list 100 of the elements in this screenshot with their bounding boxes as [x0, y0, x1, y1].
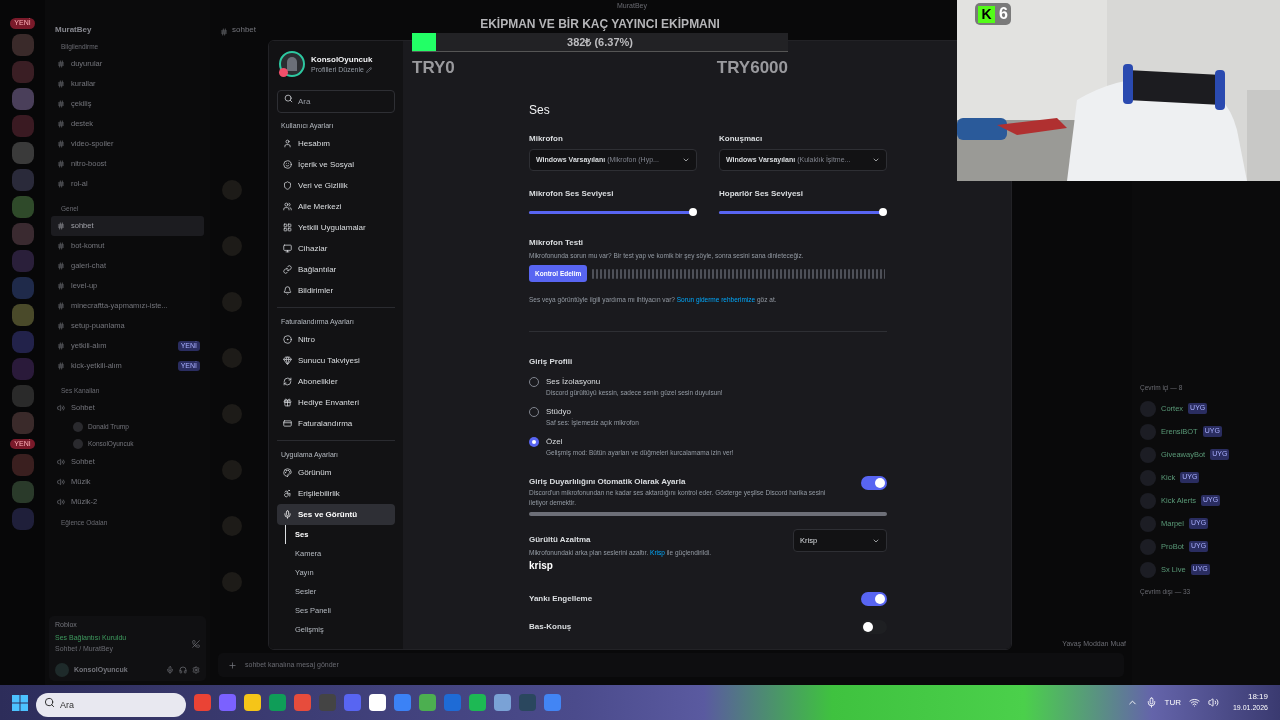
member-avatar — [1140, 538, 1156, 555]
hash-icon — [57, 160, 65, 168]
section-title: Mikrofon Testi — [529, 237, 585, 249]
kick-logo: K — [978, 5, 995, 23]
settings-nav-item[interactable]: Cihazlar — [277, 238, 395, 259]
settings-nav-item[interactable]: Faturalandırma — [277, 413, 395, 434]
search-field[interactable]: Ara — [277, 90, 395, 113]
chevron-down-icon — [872, 156, 880, 164]
taskbar-app-icon[interactable] — [544, 694, 561, 711]
server-icon[interactable] — [11, 276, 34, 299]
server-icon[interactable] — [11, 249, 34, 272]
language-indicator[interactable]: TUR — [1164, 696, 1181, 709]
taskbar-app-icon[interactable] — [494, 694, 511, 711]
settings-nav-item[interactable]: Nitro — [277, 329, 395, 350]
server-icon[interactable] — [11, 454, 34, 476]
settings-nav-item[interactable]: İçerik ve Sosyal — [277, 154, 395, 175]
volume-slider[interactable] — [529, 208, 697, 216]
hash-icon — [57, 120, 65, 128]
hash-icon — [57, 100, 65, 108]
settings-nav-item[interactable]: Veri ve Gizlilik — [277, 175, 395, 196]
taskbar-app-icon[interactable] — [269, 694, 286, 711]
setting-label: Gürültü Azaltma — [529, 534, 592, 546]
refresh-icon — [283, 377, 292, 386]
monitor-icon — [283, 244, 292, 253]
settings-nav-item[interactable]: Bağlantılar — [277, 259, 395, 280]
donation-progress-bar: 382₺ (6.37%) — [412, 33, 788, 52]
section-title: Giriş Profili — [529, 356, 574, 368]
volume-slider[interactable] — [719, 208, 887, 216]
user-avatar — [73, 438, 83, 449]
avatar-icon[interactable] — [279, 51, 305, 77]
hash-icon — [57, 180, 65, 188]
taskbar-app-icon[interactable] — [194, 694, 211, 711]
microphone-icon — [1145, 697, 1157, 708]
server-icon[interactable] — [11, 357, 34, 380]
hash-icon — [57, 262, 65, 270]
speaker-icon — [57, 404, 65, 412]
clock-time[interactable]: 18:19 — [1247, 691, 1268, 704]
taskbar-app-icon[interactable] — [344, 694, 361, 711]
option-label: Özel — [546, 436, 564, 448]
grid-icon — [283, 223, 292, 232]
palette-icon — [283, 468, 292, 477]
server-icon[interactable] — [11, 87, 34, 110]
member-avatar — [1140, 492, 1156, 509]
settings-nav-item[interactable]: Bildirimler — [277, 280, 395, 301]
server-icon[interactable] — [11, 168, 34, 191]
server-icon[interactable] — [11, 411, 34, 434]
server-icon[interactable] — [11, 60, 34, 83]
member-avatar — [1140, 515, 1156, 532]
taskbar-app-icon[interactable] — [369, 694, 386, 711]
server-icon[interactable] — [11, 508, 34, 530]
server-icon[interactable] — [11, 195, 34, 218]
plus-icon — [228, 660, 237, 670]
windows-logo-icon[interactable] — [12, 694, 28, 711]
chevron-down-icon — [682, 156, 690, 164]
settings-nav-item[interactable]: Ses ve Görüntü — [277, 504, 395, 525]
server-icon[interactable] — [11, 481, 34, 503]
server-icon[interactable] — [11, 141, 34, 164]
network-icon — [1188, 697, 1200, 708]
server-name[interactable]: MuratBey — [55, 24, 92, 36]
page-heading: Ses — [529, 102, 551, 119]
gift-icon — [283, 398, 292, 407]
setting-label: Giriş Duyarlılığını Otomatik Olarak Ayarla — [529, 476, 687, 488]
field-label: Mikrofon — [529, 133, 564, 145]
server-icon[interactable] — [11, 114, 34, 137]
toggle-switch[interactable] — [861, 592, 887, 606]
settings-nav-item[interactable]: Aile Merkezi — [277, 196, 395, 217]
field-label: Konuşmacı — [719, 133, 764, 145]
hash-icon — [57, 60, 65, 68]
taskbar-app-icon[interactable] — [394, 694, 411, 711]
taskbar-app-icon[interactable] — [219, 694, 236, 711]
settings-nav-item[interactable]: Yetkili Uygulamalar — [277, 217, 395, 238]
taskbar-app-icon[interactable] — [419, 694, 436, 711]
server-icon[interactable] — [11, 303, 34, 326]
server-icon[interactable] — [11, 33, 34, 56]
server-icon[interactable] — [11, 222, 34, 245]
shield-icon — [283, 181, 292, 190]
bell-icon — [283, 286, 292, 295]
taskbar-app-icon[interactable] — [294, 694, 311, 711]
settings-nav-item[interactable]: Sunucu Takviyesi — [277, 350, 395, 371]
settings-nav-item[interactable]: Hesabım — [277, 133, 395, 154]
settings-nav-item[interactable]: Abonelikler — [277, 371, 395, 392]
taskbar-app-icon[interactable] — [469, 694, 486, 711]
server-icon[interactable] — [11, 384, 34, 407]
user-icon — [283, 139, 292, 148]
taskbar-search-field[interactable]: Ara — [36, 692, 186, 717]
user-avatar — [73, 421, 83, 432]
taskbar-app-icon[interactable] — [244, 694, 261, 711]
speaker-icon — [57, 458, 65, 466]
radio-button[interactable] — [529, 437, 539, 447]
link-icon — [283, 265, 292, 274]
accessibility-icon — [283, 489, 292, 498]
toggle-switch[interactable] — [861, 620, 887, 634]
settings-nav-item[interactable]: Erişilebilirlik — [277, 483, 395, 504]
option-label: Ses İzolasyonu — [546, 376, 602, 388]
toggle-switch[interactable] — [861, 476, 887, 490]
server-icon[interactable] — [11, 330, 34, 353]
settings-nav-item[interactable]: Görünüm — [277, 462, 395, 483]
settings-nav-item[interactable]: Hediye Envanteri — [277, 392, 395, 413]
microphone-icon — [283, 510, 292, 519]
user-avatar[interactable] — [55, 663, 69, 677]
